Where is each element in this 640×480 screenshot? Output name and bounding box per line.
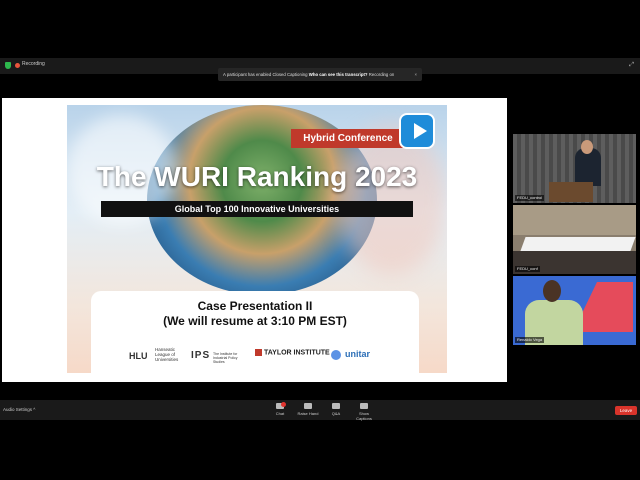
participant-name-tag: FEDU_control	[515, 195, 545, 201]
audio-settings-button[interactable]: Audio Settings ^	[3, 407, 35, 412]
security-shield-icon[interactable]	[5, 62, 11, 69]
hlu-name: Hanseatic League of Universities	[155, 347, 179, 362]
slide-title: The WURI Ranking 2023	[96, 161, 418, 192]
taylor-institute-logo: TAYLOR INSTITUTE	[255, 349, 330, 371]
recording-dot-icon	[15, 63, 20, 68]
close-icon[interactable]: ×	[414, 68, 417, 81]
raise-hand-label: Raise Hand	[297, 411, 319, 416]
podium	[549, 182, 593, 202]
notice-recording: Recording on	[368, 72, 395, 77]
play-icon	[399, 113, 435, 149]
chat-label: Chat	[275, 411, 285, 416]
conference-table	[520, 237, 636, 251]
hybrid-conference-badge: Hybrid Conference	[291, 129, 405, 148]
fullscreen-icon[interactable]: ⤢	[629, 62, 634, 69]
participant-name-tag: FEDU_conf	[515, 266, 540, 272]
chat-button[interactable]: Chat	[268, 402, 292, 416]
speaker-head	[581, 140, 593, 154]
raise-hand-button[interactable]: Raise Hand	[296, 403, 320, 416]
hand-icon	[304, 403, 312, 409]
unitar-logo: unitar	[345, 349, 371, 359]
presentation-slide: Hybrid Conference The WURI Ranking 2023 …	[67, 105, 447, 373]
qa-icon	[332, 403, 340, 409]
show-captions-button[interactable]: Show Captions	[352, 403, 376, 421]
qa-button[interactable]: Q&A	[324, 403, 348, 416]
notice-text: A participant has enabled Closed Caption…	[223, 72, 308, 77]
notice-question-link[interactable]: Who can see this transcript?	[309, 72, 368, 77]
ips-logo: IPS	[191, 350, 211, 361]
audio-settings-label: Audio Settings	[3, 407, 33, 412]
case-line-2: (We will resume at 3:10 PM EST)	[163, 314, 347, 328]
cc-icon	[360, 403, 368, 409]
un-emblem-icon	[331, 350, 341, 360]
participant-head	[543, 280, 561, 302]
recording-label: Recording	[22, 61, 45, 67]
qa-label: Q&A	[331, 411, 341, 416]
sponsor-logos: HLU Hanseatic League of Universities IPS…	[103, 345, 409, 367]
room-wall	[513, 205, 636, 235]
slide-subtitle: Global Top 100 Innovative Universities	[101, 201, 413, 217]
show-captions-label: Show Captions	[356, 411, 372, 421]
participant-name-tag: Renaldo Vega	[515, 337, 545, 343]
meeting-controls: Audio Settings ^ Chat Raise Hand Q&A Sho…	[0, 400, 640, 421]
participant-video-3[interactable]: Renaldo Vega	[513, 276, 636, 345]
ips-name: The Institute for Industrial Policy Stud…	[213, 352, 238, 364]
leave-button[interactable]: Leave	[615, 406, 637, 415]
hlu-logo: HLU	[129, 351, 148, 361]
case-card: Case Presentation II (We will resume at …	[91, 291, 419, 373]
case-line-1: Case Presentation II	[197, 299, 313, 313]
case-text: Case Presentation II (We will resume at …	[91, 299, 419, 329]
caption-notice: A participant has enabled Closed Caption…	[218, 68, 422, 81]
participant-video-1[interactable]: FEDU_control	[513, 134, 636, 203]
chat-badge	[281, 402, 286, 407]
participant-video-2[interactable]: FEDU_conf	[513, 205, 636, 274]
